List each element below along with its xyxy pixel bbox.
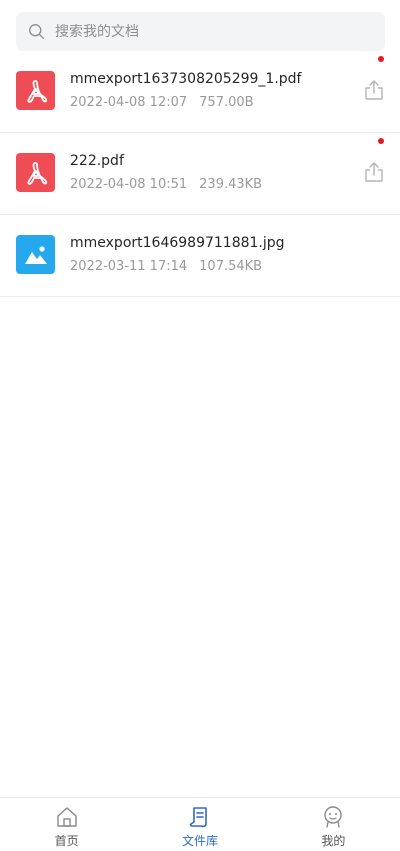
file-row[interactable]: mmexport1646989711881.jpg 2022-03-11 17:… [0,215,400,297]
profile-icon [324,806,343,828]
tab-profile-label: 我的 [321,834,346,848]
file-name: mmexport1637308205299_1.pdf [70,71,302,87]
file-name: 222.pdf [70,153,124,169]
file-date: 2022-04-08 12:07 [70,95,188,110]
pdf-file-icon [16,71,55,110]
tab-home-label: 首页 [54,834,79,848]
notification-dot [378,138,384,144]
search-bar[interactable] [16,12,385,51]
share-icon [365,80,383,100]
share-button[interactable] [364,79,384,101]
file-date: 2022-03-11 17:14 [70,259,188,274]
share-icon [365,162,383,182]
share-button[interactable] [364,161,384,183]
file-list: mmexport1637308205299_1.pdf 2022-04-08 1… [0,51,400,297]
search-icon [29,24,44,39]
tab-profile[interactable]: 我的 [267,798,400,851]
search-input[interactable] [55,23,355,40]
file-row[interactable]: mmexport1637308205299_1.pdf 2022-04-08 1… [0,51,400,133]
home-icon [56,807,77,827]
tab-file-library[interactable]: 文件库 [133,798,266,851]
file-meta: 2022-03-11 17:14 107.54KB [70,259,262,274]
notification-dot [378,56,384,62]
file-date: 2022-04-08 10:51 [70,177,188,192]
tab-file-library-label: 文件库 [181,834,218,848]
file-library-screen: mmexport1637308205299_1.pdf 2022-04-08 1… [0,0,400,851]
file-name: mmexport1646989711881.jpg [70,235,285,251]
file-meta: 2022-04-08 12:07 757.00B [70,95,254,110]
image-file-icon [16,235,55,274]
bottom-tab-bar: 首页 文件库 我的 [0,797,400,851]
file-size: 757.00B [199,95,254,110]
file-size: 239.43KB [199,177,263,192]
file-row[interactable]: 222.pdf 2022-04-08 10:51 239.43KB [0,133,400,215]
pdf-file-icon [16,153,55,192]
file-meta: 2022-04-08 10:51 239.43KB [70,177,262,192]
tab-home[interactable]: 首页 [0,798,133,851]
file-size: 107.54KB [199,259,263,274]
file-library-icon [189,807,207,828]
